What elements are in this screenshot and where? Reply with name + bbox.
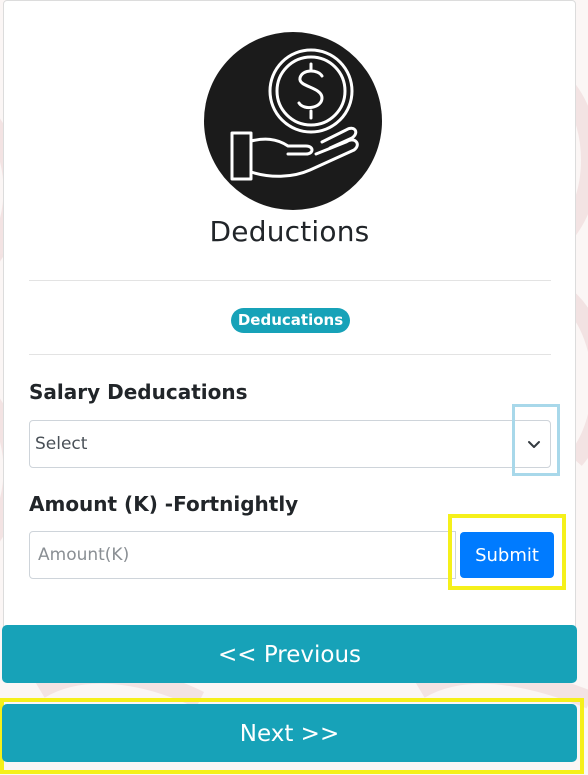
dollar-hand-icon [204,32,382,210]
divider-bottom [29,354,551,355]
page-title: Deductions [209,215,370,248]
salary-deductions-select[interactable]: Select [29,420,551,468]
section-badge: Deducations [231,308,350,333]
select-arrow-highlight [512,404,560,476]
select-value: Select [35,434,88,454]
previous-button[interactable]: << Previous [2,625,577,683]
divider-top [29,280,551,281]
submit-highlight [448,514,566,590]
next-button[interactable]: Next >> [2,704,577,762]
amount-input[interactable] [29,531,456,579]
salary-deductions-label: Salary Deducations [29,380,248,404]
amount-label: Amount (K) -Fortnightly [29,492,299,516]
